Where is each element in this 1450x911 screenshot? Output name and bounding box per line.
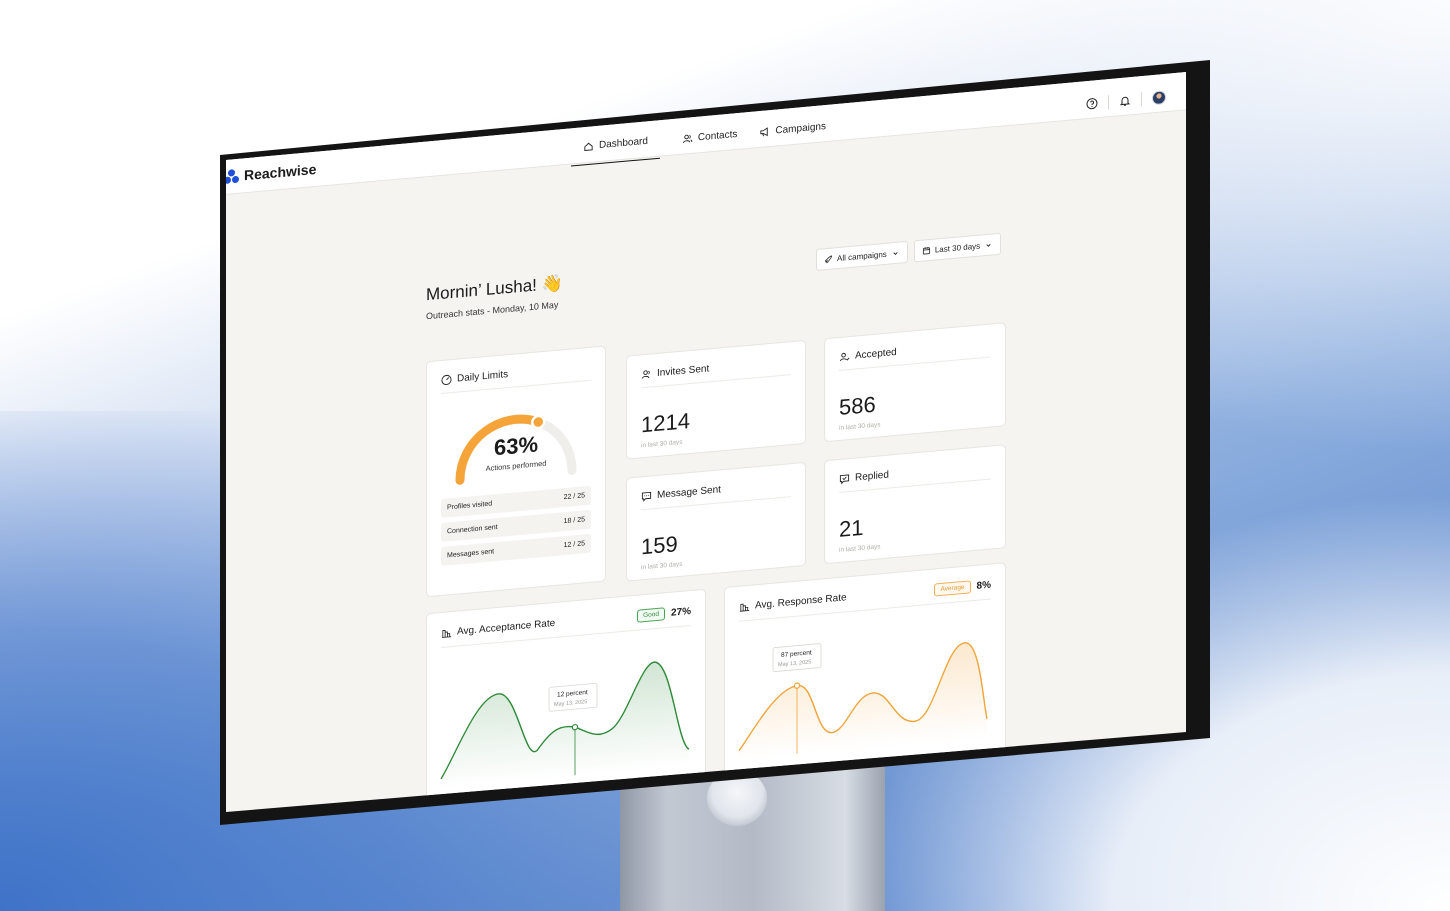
nav-dashboard-label: Dashboard [599, 135, 648, 152]
reply-check-icon [839, 474, 850, 485]
campaign-filter-label: All campaigns [837, 249, 887, 263]
acceptance-status-badge: Good [637, 607, 665, 623]
bar-chart-icon [739, 603, 750, 612]
acceptance-rate-title: Avg. Acceptance Rate [457, 617, 556, 638]
response-status-badge: Average [934, 580, 971, 597]
home-icon [584, 142, 593, 151]
response-rate-title-wrap: Avg. Response Rate [739, 592, 847, 612]
response-rate-value: 8% [976, 579, 991, 592]
chevron-down-icon [986, 243, 991, 247]
nav-dashboard[interactable]: Dashboard [571, 134, 660, 167]
daily-limits-header: Daily Limits [441, 361, 591, 394]
daily-limits-card: Daily Limits 63% Actions performed Profi… [426, 345, 606, 598]
limit-row-value: 12 / 25 [563, 540, 585, 550]
accepted-header: Accepted [839, 338, 991, 371]
chevron-down-icon [893, 251, 898, 255]
nav-contacts-label: Contacts [697, 128, 738, 143]
brand-name: Reachwise [244, 160, 317, 184]
limit-row-value: 18 / 25 [563, 516, 585, 526]
acceptance-rate-meta: Good 27% [637, 605, 691, 623]
date-range-label: Last 30 days [934, 241, 981, 255]
greeting: Mornin’ Lusha! 👋 Outreach stats - Monday… [426, 273, 563, 321]
date-range-filter[interactable]: Last 30 days [913, 232, 1002, 263]
response-rate-meta: Average 8% [934, 579, 991, 597]
rocket-icon [824, 254, 833, 263]
help-icon [1086, 98, 1098, 110]
invites-sent-title: Invites Sent [657, 363, 710, 379]
help-button[interactable] [1086, 97, 1098, 110]
top-actions [1086, 90, 1166, 111]
response-marker [793, 682, 801, 689]
response-rate-title: Avg. Response Rate [755, 592, 847, 612]
user-check-icon [839, 352, 850, 362]
message-sent-card[interactable]: Message Sent 159 in last 30 days [626, 461, 806, 582]
bar-chart-icon [441, 629, 452, 638]
message-icon [641, 491, 652, 502]
invites-sent-card[interactable]: Invites Sent 1214 in last 30 days [626, 339, 806, 460]
accepted-title: Accepted [855, 346, 897, 362]
limit-row-value: 22 / 25 [563, 492, 585, 502]
nav-contacts[interactable]: Contacts [682, 128, 737, 157]
limit-row-label: Connection sent [447, 523, 498, 536]
gauge-icon [441, 374, 452, 386]
limit-row-label: Messages sent [447, 548, 495, 560]
replied-title: Replied [855, 469, 889, 484]
message-sent-title: Message Sent [657, 484, 721, 501]
contacts-icon [682, 134, 693, 143]
replied-card[interactable]: Replied 21 in last 30 days [824, 444, 1006, 565]
campaign-filter[interactable]: All campaigns [816, 240, 908, 271]
avatar[interactable] [1152, 90, 1166, 106]
bell-icon [1119, 96, 1131, 106]
acceptance-marker [571, 723, 579, 731]
limit-row-label: Profiles visited [447, 500, 493, 512]
daily-limits-title: Daily Limits [457, 369, 509, 385]
acceptance-rate-title-wrap: Avg. Acceptance Rate [441, 618, 555, 639]
brand[interactable]: Reachwise [226, 161, 316, 185]
daily-limits-gauge: 63% Actions performed [446, 391, 586, 493]
acceptance-area [441, 662, 689, 789]
nav-campaigns[interactable]: Campaigns [759, 120, 826, 150]
megaphone-icon [760, 126, 769, 136]
monitor-screen: Reachwise Dashboard Contacts Campaigns M… [226, 72, 1186, 812]
accepted-card[interactable]: Accepted 586 in last 30 days [824, 322, 1006, 443]
notifications-button[interactable] [1119, 94, 1131, 107]
acceptance-rate-value: 27% [670, 605, 691, 619]
top-actions-divider [1108, 95, 1109, 110]
users-icon [641, 370, 650, 379]
message-sent-header: Message Sent [641, 478, 791, 511]
brand-logo-icon [226, 168, 239, 184]
filters: All campaigns Last 30 days [816, 232, 1002, 271]
top-actions-divider-2 [1141, 92, 1142, 107]
nav-campaigns-label: Campaigns [775, 120, 826, 137]
invites-sent-header: Invites Sent [641, 356, 791, 389]
main-nav: Dashboard Contacts Campaigns [571, 120, 826, 167]
app-window: Reachwise Dashboard Contacts Campaigns M… [226, 72, 1186, 812]
calendar-icon [922, 246, 930, 255]
replied-header: Replied [839, 460, 991, 493]
